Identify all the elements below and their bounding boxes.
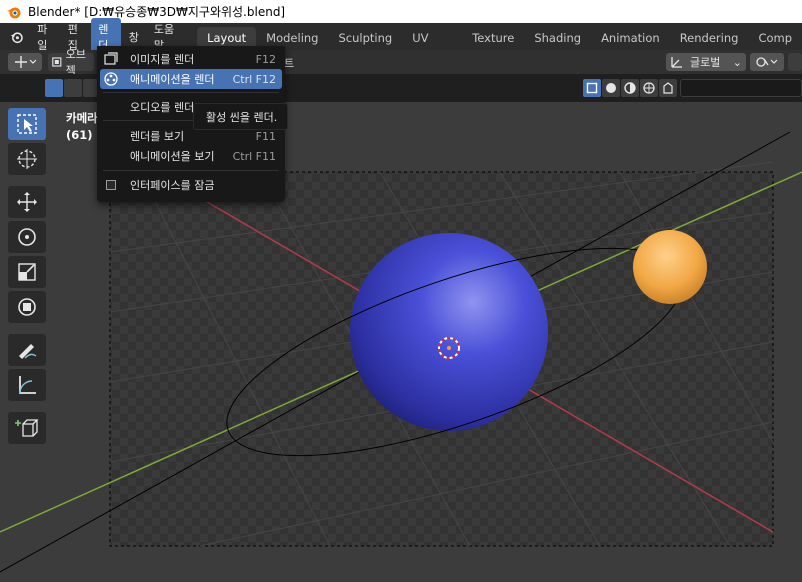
overlays-icon[interactable] xyxy=(659,79,677,97)
view-animation-label: 애니메이션을 보기 xyxy=(130,150,215,163)
move-tool[interactable] xyxy=(8,186,46,218)
tab-sculpting[interactable]: Sculpting xyxy=(328,27,402,50)
tab-shading[interactable]: Shading xyxy=(524,27,591,50)
tool-shelf xyxy=(8,108,48,447)
camera-view-label: 카메라 xyxy=(66,111,98,125)
cursor-tool[interactable] xyxy=(8,143,46,175)
render-image-item[interactable]: 이미지를 렌더 F12 xyxy=(100,49,282,69)
wireframe-shading-icon[interactable] xyxy=(583,79,601,97)
orientation-dropdown[interactable]: 글로벌 ⌄ xyxy=(666,53,746,71)
select-box-icon xyxy=(17,114,37,134)
view-animation-item[interactable]: 애니메이션을 보기 Ctrl F11 xyxy=(100,146,282,166)
blender-logo-icon[interactable] xyxy=(9,27,24,47)
scale-tool[interactable] xyxy=(8,256,46,288)
editor-type-button[interactable] xyxy=(8,53,42,71)
header-right-group: 글로벌 ⌄ xyxy=(666,53,802,71)
moon-sphere[interactable] xyxy=(633,230,707,304)
select-box-tool[interactable] xyxy=(8,108,46,140)
link-icon xyxy=(756,57,778,67)
rotate-icon xyxy=(18,228,36,246)
tooltip-text: 활성 씬을 렌더. xyxy=(206,110,278,124)
tab-uv-editing[interactable]: UV Editing xyxy=(402,27,462,68)
measure-ruler-icon xyxy=(19,376,36,394)
rendered-shading-icon[interactable] xyxy=(640,79,658,97)
add-cube-icon xyxy=(15,419,39,437)
render-animation-label: 애니메이션을 렌더 xyxy=(130,73,215,86)
annotate-pen-icon xyxy=(19,344,37,359)
render-image-label: 이미지를 렌더 xyxy=(130,53,195,66)
snap-toggle-button[interactable] xyxy=(788,53,802,71)
add-cube-tool[interactable] xyxy=(8,412,46,444)
object-mode-icon xyxy=(52,57,62,67)
menu-window[interactable]: 창 xyxy=(122,26,146,48)
rotate-tool[interactable] xyxy=(8,221,46,253)
lock-interface-item[interactable]: 인터페이스를 잠금 xyxy=(100,175,282,195)
object-menu-label-tail[interactable]: 트 xyxy=(284,55,294,71)
render-animation-shortcut: Ctrl F12 xyxy=(232,72,276,86)
select-box-mode-button[interactable] xyxy=(45,79,63,97)
shading-mode-group xyxy=(583,79,677,97)
checkbox-icon[interactable] xyxy=(106,180,116,190)
render-image-icon xyxy=(100,52,122,66)
transform-arrows-icon xyxy=(15,56,36,68)
select-mode-group xyxy=(45,79,101,97)
render-animation-icon xyxy=(100,72,122,86)
object-mode-button[interactable]: 오브젝 xyxy=(48,48,94,77)
select-extend-mode-button[interactable] xyxy=(64,79,82,97)
snap-pivot-button[interactable] xyxy=(750,53,784,71)
menu-separator xyxy=(103,92,279,93)
view-render-shortcut: F11 xyxy=(255,129,276,143)
view-animation-shortcut: Ctrl F11 xyxy=(232,149,276,163)
view-render-label: 렌더를 보기 xyxy=(130,130,185,143)
lock-interface-label: 인터페이스를 잠금 xyxy=(130,179,215,192)
measure-tool[interactable] xyxy=(8,369,46,401)
render-image-shortcut: F12 xyxy=(255,52,276,66)
material-shading-icon[interactable] xyxy=(621,79,639,97)
scale-icon xyxy=(18,263,36,281)
transform-tool[interactable] xyxy=(8,291,46,323)
move-icon xyxy=(17,192,37,212)
workspace-tabs: Layout Modeling Sculpting UV Editing Tex… xyxy=(197,23,802,68)
tab-animation[interactable]: Animation xyxy=(591,27,670,50)
earth-sphere[interactable] xyxy=(350,233,548,431)
transform-icon xyxy=(18,298,36,316)
tab-rendering[interactable]: Rendering xyxy=(670,27,749,50)
solid-shading-icon[interactable] xyxy=(602,79,620,97)
tooltip: 활성 씬을 렌더. xyxy=(193,103,288,130)
orientation-label: 글로벌 xyxy=(690,56,721,69)
chevron-down-icon: ⌄ xyxy=(732,55,742,69)
render-animation-item[interactable]: 애니메이션을 렌더 Ctrl F12 xyxy=(100,69,282,89)
menu-separator xyxy=(103,170,279,171)
annotate-tool[interactable] xyxy=(8,334,46,366)
tab-compositing[interactable]: Comp xyxy=(748,27,802,50)
tab-texture-paint[interactable]: Texture Paint xyxy=(462,27,524,68)
orientation-icon xyxy=(671,57,682,68)
cursor-icon xyxy=(17,149,37,169)
blender-app-icon xyxy=(7,7,21,18)
outliner-search-input[interactable] xyxy=(680,79,802,97)
